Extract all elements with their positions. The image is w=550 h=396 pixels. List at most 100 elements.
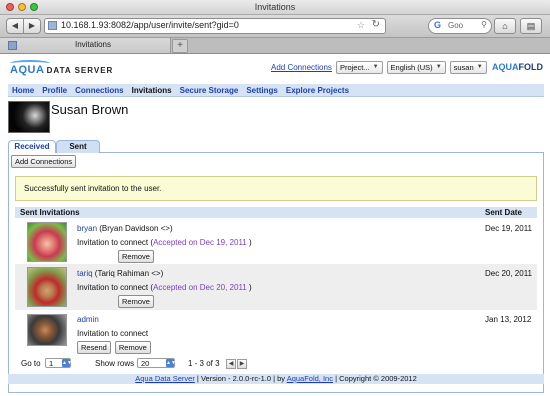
invite-message: Invitation to connect (Accepted on Dec 1… (77, 238, 252, 247)
browser-tabbar: Invitations + (0, 38, 550, 54)
footer-version: | Version - 2.0.0-rc-1.0 | by (194, 374, 287, 383)
project-select-value: Project... (339, 63, 370, 72)
remove-button[interactable]: Remove (118, 250, 154, 263)
tab-received[interactable]: Received (8, 140, 56, 153)
nav-secure-storage[interactable]: Secure Storage (180, 86, 239, 95)
web-page: AQUA DATA SERVER Add Connections Project… (0, 54, 550, 396)
footer-aqua-link[interactable]: Aqua Data Server (135, 374, 195, 383)
stepper-arrows-icon[interactable]: ▲▼ (62, 359, 72, 367)
sent-date: Dec 19, 2011 (485, 224, 532, 233)
row-actions: Remove (118, 250, 154, 263)
address-bar[interactable]: 10.168.1.93:8082/app/user/invite/sent?gi… (44, 18, 386, 34)
page-menu-icon[interactable]: ▤ (520, 18, 542, 34)
tab-favicon-icon (8, 41, 17, 50)
footer-aquafold-link[interactable]: AquaFold, Inc (287, 374, 333, 383)
aquafold-logo: AQUAFOLD (492, 62, 543, 72)
chevron-down-icon: ▼ (372, 64, 379, 70)
col-sent-date: Sent Date (485, 208, 522, 217)
next-page-icon[interactable]: ▶ (237, 359, 247, 369)
add-connections-button[interactable]: Add Connections (11, 155, 77, 168)
row-actions: Resend Remove (77, 341, 151, 354)
reload-icon[interactable]: ↻ (372, 19, 380, 30)
main-nav: Home Profile Connections Invitations Sec… (8, 84, 544, 97)
user-select[interactable]: susan ▼ (449, 61, 487, 74)
url-text[interactable]: 10.168.1.93:8082/app/user/invite/sent?gi… (61, 20, 239, 30)
sent-panel: Add Connections Successfully sent invita… (8, 153, 544, 393)
invitation-tabs: Received Sent (8, 140, 544, 154)
remove-button[interactable]: Remove (118, 295, 154, 308)
bookmark-star-icon[interactable]: ☆ (357, 20, 365, 31)
invitee-name: admin (77, 315, 99, 324)
window-title: Invitations (254, 2, 296, 12)
table-header: Sent Invitations Sent Date (15, 207, 537, 218)
back-arrow-icon[interactable]: ◀ (6, 18, 24, 34)
invitee-link[interactable]: tariq (77, 269, 93, 278)
user-thumbnail (27, 267, 67, 307)
status-badge: Accepted on Dec 19, 2011 (153, 238, 247, 247)
invitee-name: tariq (Tariq Rahiman <>) (77, 269, 163, 278)
success-notice: Successfully sent invitation to the user… (15, 176, 537, 201)
language-select[interactable]: English (US) ▼ (386, 61, 446, 74)
nav-explore-projects[interactable]: Explore Projects (286, 86, 349, 95)
invite-message-text: Invitation to connect (77, 238, 149, 247)
forward-arrow-icon[interactable]: ▶ (24, 18, 41, 34)
google-icon: G (434, 20, 442, 30)
show-rows-label: Show rows (95, 359, 135, 368)
aqua-data-server-logo: AQUA DATA SERVER (10, 64, 113, 76)
search-field[interactable]: G Goo ⚲ (428, 18, 492, 34)
header-controls: Add Connections Project... ▼ English (US)… (271, 61, 487, 74)
chevron-down-icon: ▼ (476, 64, 483, 70)
page-footer: Aqua Data Server | Version - 2.0.0-rc-1.… (8, 374, 544, 384)
nav-profile[interactable]: Profile (42, 86, 67, 95)
invite-message-text: Invitation to connect (77, 329, 149, 338)
browser-tab[interactable]: Invitations (0, 38, 171, 53)
magnifier-icon[interactable]: ⚲ (481, 20, 487, 29)
nav-invitations[interactable]: Invitations (132, 86, 172, 95)
status-close: ) (249, 283, 252, 292)
tab-label: Invitations (74, 40, 112, 49)
user-thumbnail (27, 314, 67, 346)
table-row: bryan (Bryan Davidson <>) Invitation to … (15, 219, 537, 264)
nav-home[interactable]: Home (12, 86, 34, 95)
invitee-link[interactable]: admin (77, 315, 99, 324)
nav-buttons: ◀ ▶ (6, 18, 41, 34)
page-range: 1 - 3 of 3 (188, 359, 220, 368)
invitee-detail: (Tariq Rahiman <>) (94, 269, 164, 278)
language-select-value: English (US) (390, 63, 433, 72)
project-select[interactable]: Project... ▼ (335, 61, 383, 74)
goto-label: Go to (21, 359, 41, 368)
remove-button[interactable]: Remove (114, 341, 151, 354)
goto-page-value: 1 (49, 359, 54, 368)
page-title: Susan Brown (51, 102, 129, 117)
site-favicon-icon (48, 21, 57, 30)
table-row: admin Invitation to connect Resend Remov… (15, 310, 537, 354)
resend-button[interactable]: Resend (77, 341, 111, 354)
stepper-arrows-icon[interactable]: ▲▼ (166, 359, 176, 367)
col-sent-invitations: Sent Invitations (20, 208, 80, 217)
status-badge: Accepted on Dec 20, 2011 (153, 283, 247, 292)
invitee-link[interactable]: bryan (77, 224, 97, 233)
invitee-name: bryan (Bryan Davidson <>) (77, 224, 173, 233)
row-actions: Remove (118, 295, 154, 308)
user-thumbnail (27, 222, 67, 262)
chevron-down-icon: ▼ (435, 64, 442, 70)
window-titlebar: Invitations (0, 0, 550, 15)
pager: Go to 1 ▲▼ Show rows 20 ▲▼ 1 - 3 of 3 ◀ ▶ (15, 357, 537, 371)
nav-connections[interactable]: Connections (75, 86, 123, 95)
nav-settings[interactable]: Settings (246, 86, 278, 95)
new-tab-plus-icon[interactable]: + (172, 39, 188, 53)
home-icon[interactable]: ⌂ (494, 18, 516, 34)
status-close: ) (249, 238, 252, 247)
avatar (8, 101, 50, 133)
user-select-value: susan (453, 63, 474, 72)
browser-toolbar: ◀ ▶ 10.168.1.93:8082/app/user/invite/sen… (0, 15, 550, 38)
prev-page-icon[interactable]: ◀ (226, 359, 236, 369)
search-placeholder: Goo (448, 21, 464, 30)
show-rows-value: 20 (141, 359, 150, 368)
tab-sent[interactable]: Sent (56, 140, 100, 153)
show-rows-select[interactable]: 20 ▲▼ (137, 358, 176, 368)
goto-page-stepper[interactable]: 1 ▲▼ (45, 358, 72, 368)
add-connections-link[interactable]: Add Connections (271, 63, 332, 72)
sent-date: Jan 13, 2012 (485, 315, 532, 324)
toolbar-right: ⌂ ▤ (494, 18, 542, 34)
